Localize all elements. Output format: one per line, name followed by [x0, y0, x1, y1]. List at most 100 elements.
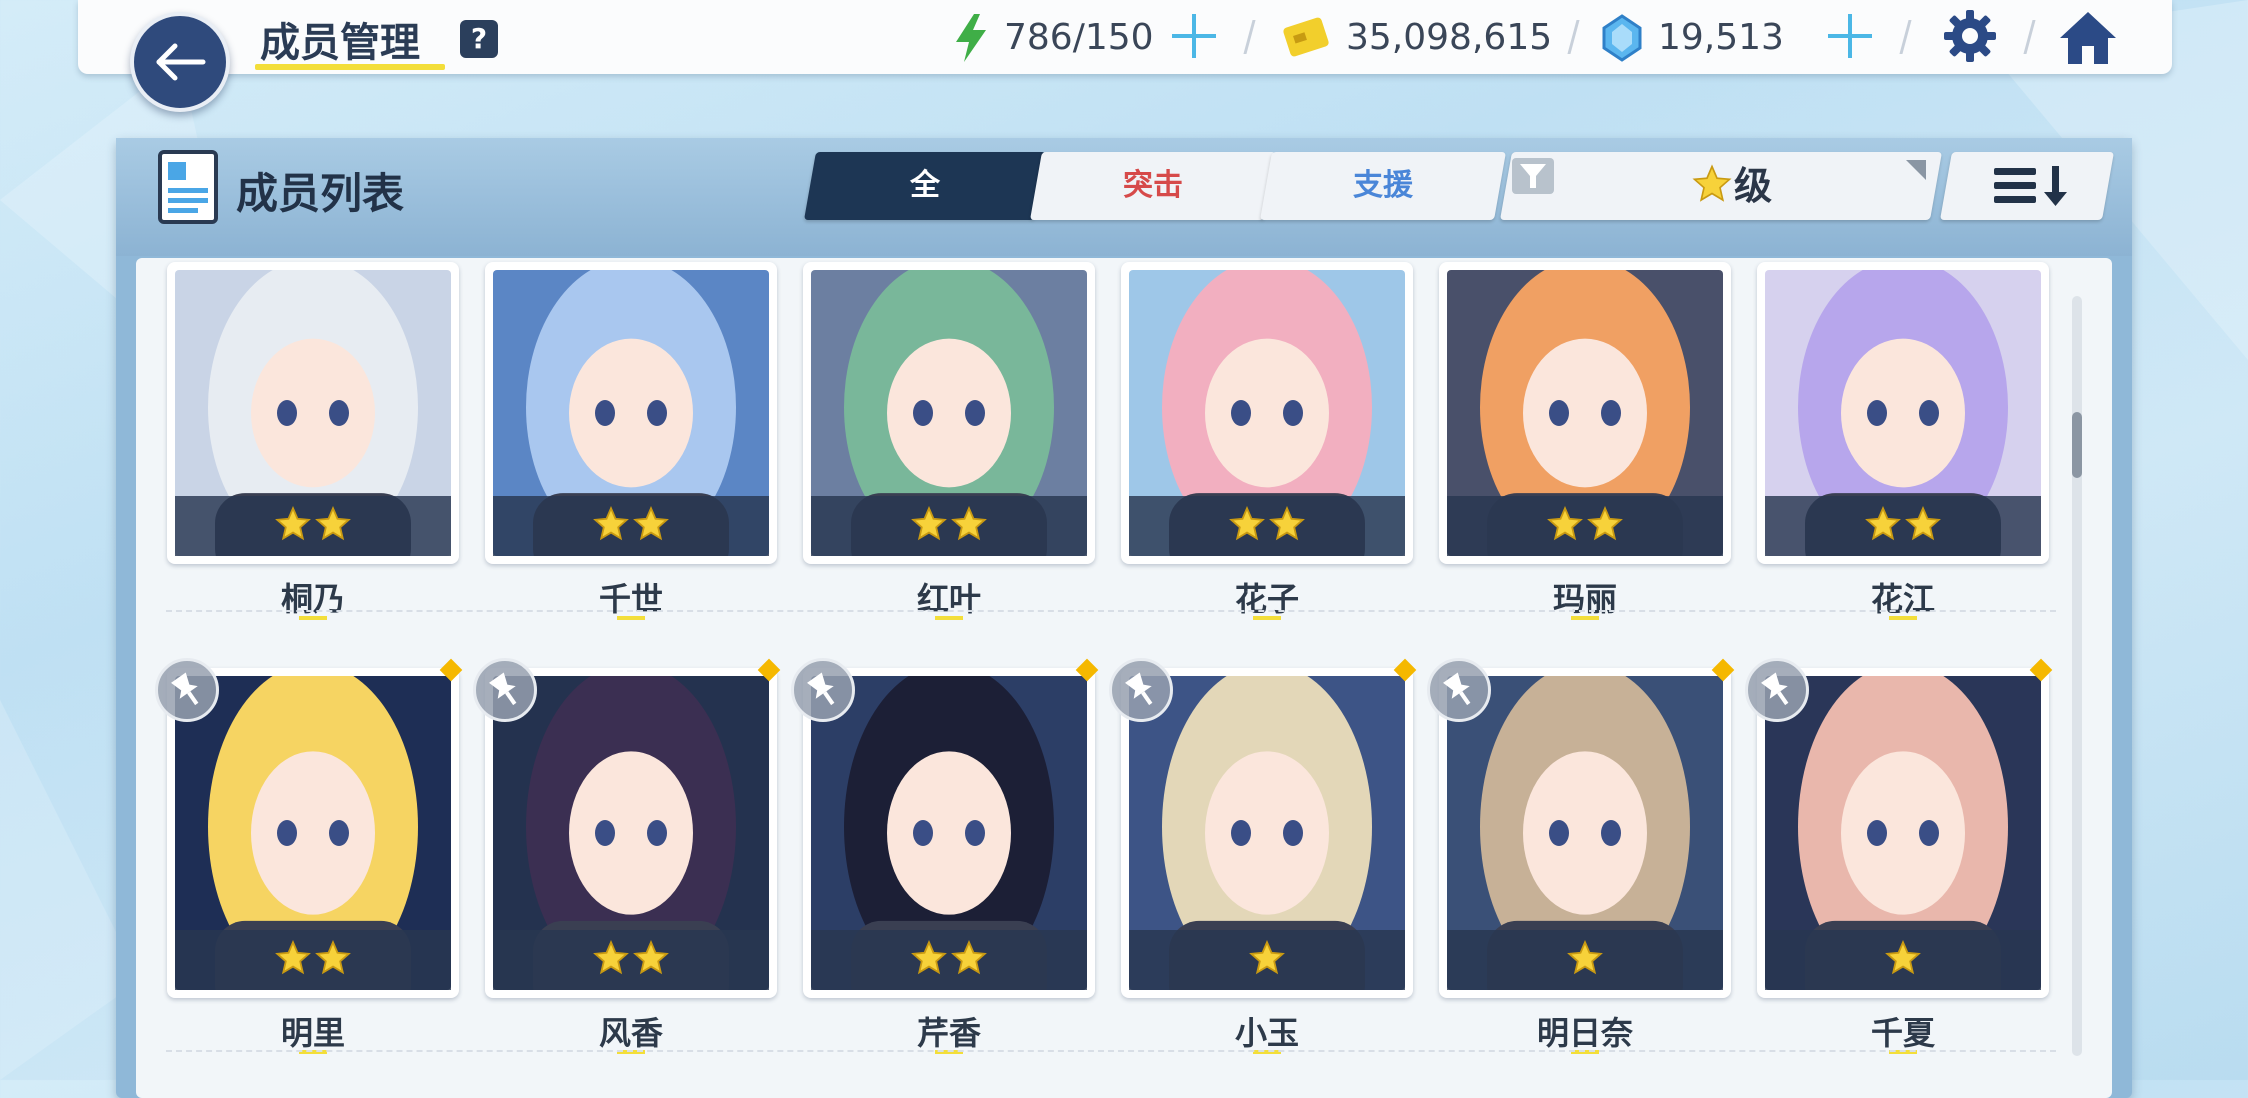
star-icon — [1567, 940, 1603, 975]
add-stamina-button[interactable] — [1172, 14, 1216, 58]
star-icon — [593, 506, 629, 541]
page-title: 成员管理 — [260, 20, 420, 66]
tab-special[interactable]: 支援 — [1260, 152, 1506, 220]
star-icon — [1547, 506, 1583, 541]
member-name: 花江 — [1870, 580, 1935, 618]
star-icon — [275, 506, 311, 541]
member-card[interactable] — [1757, 262, 2049, 564]
dropdown-corner-icon — [1906, 160, 1926, 180]
star-icon — [275, 940, 311, 975]
star-rating — [175, 496, 451, 556]
member-name: 千世 — [598, 580, 663, 618]
filter-label: 级 — [1734, 164, 1773, 208]
pin-button[interactable] — [1745, 658, 1809, 722]
pin-icon — [171, 672, 199, 706]
member-list-icon — [158, 150, 218, 224]
star-rating — [811, 930, 1087, 990]
star-icon — [315, 940, 351, 975]
star-icon — [951, 940, 987, 975]
star-rating — [493, 496, 769, 556]
star-icon — [911, 940, 947, 975]
settings-gear-icon[interactable] — [1942, 8, 1998, 64]
stamina-value: 786/150 — [1004, 17, 1154, 58]
tab-striker[interactable]: 突击 — [1030, 152, 1276, 220]
pin-icon — [1761, 672, 1789, 706]
name-underline — [1889, 616, 1917, 620]
home-icon[interactable] — [2058, 8, 2118, 68]
pin-button[interactable] — [473, 658, 537, 722]
star-icon — [633, 506, 669, 541]
star-icon — [593, 940, 629, 975]
star-icon — [1269, 506, 1305, 541]
member-name: 红叶 — [916, 580, 981, 618]
name-underline — [617, 616, 645, 620]
row-divider — [166, 1050, 2056, 1052]
pin-icon — [489, 672, 517, 706]
gems-value: 19,513 — [1658, 17, 1784, 58]
star-rating — [175, 930, 451, 990]
sort-descending-icon — [1994, 166, 2067, 206]
scrollbar-track[interactable] — [2072, 296, 2082, 1056]
member-name: 小玉 — [1234, 1014, 1299, 1052]
pin-button[interactable] — [1427, 658, 1491, 722]
stamina-bolt-icon — [956, 14, 986, 62]
star-rating — [1765, 930, 2041, 990]
star-icon — [1249, 940, 1285, 975]
star-rating — [1129, 930, 1405, 990]
credits-card-icon — [1283, 17, 1329, 57]
tab-special-label: 支援 — [1353, 168, 1413, 203]
member-name: 风香 — [598, 1014, 663, 1052]
member-name: 明日奈 — [1536, 1014, 1633, 1052]
pin-button[interactable] — [791, 658, 855, 722]
star-icon — [911, 506, 947, 541]
star-rating — [1765, 496, 2041, 556]
tab-striker-label: 突击 — [1123, 168, 1183, 203]
pin-icon — [807, 672, 835, 706]
pin-icon — [1125, 672, 1153, 706]
star-icon — [1885, 940, 1921, 975]
tab-all[interactable]: 全 — [804, 152, 1046, 220]
star-icon — [633, 940, 669, 975]
add-gems-button[interactable] — [1828, 14, 1872, 58]
member-name: 玛丽 — [1552, 580, 1617, 618]
title-underline — [255, 64, 445, 70]
star-icon — [951, 506, 987, 541]
name-underline — [1253, 616, 1281, 620]
star-icon — [1229, 506, 1265, 541]
star-rating — [811, 496, 1087, 556]
arrow-left-icon — [156, 43, 206, 81]
star-icon — [1692, 164, 1732, 202]
star-rating — [1129, 496, 1405, 556]
panel-title: 成员列表 — [236, 169, 405, 218]
gem-icon — [1602, 14, 1642, 62]
back-button[interactable] — [130, 12, 230, 112]
star-rating — [1447, 496, 1723, 556]
member-card[interactable] — [803, 262, 1095, 564]
star-rating — [493, 930, 769, 990]
star-icon — [315, 506, 351, 541]
member-name: 桐乃 — [280, 580, 345, 618]
scrollbar-thumb[interactable] — [2072, 412, 2082, 478]
pin-icon — [1443, 672, 1471, 706]
star-icon — [1865, 506, 1901, 541]
name-underline — [1571, 616, 1599, 620]
star-icon — [1905, 506, 1941, 541]
member-name: 明里 — [280, 1014, 345, 1052]
star-rating — [1447, 930, 1723, 990]
member-name: 千夏 — [1870, 1014, 1935, 1052]
row-divider — [166, 610, 2056, 612]
name-underline — [299, 616, 327, 620]
member-name: 花子 — [1234, 580, 1299, 618]
help-button[interactable]: ? — [460, 20, 498, 58]
member-name: 芹香 — [916, 1014, 981, 1052]
credits-value: 35,098,615 — [1346, 17, 1553, 58]
pin-button[interactable] — [155, 658, 219, 722]
tab-all-label: 全 — [910, 168, 940, 203]
star-icon — [1587, 506, 1623, 541]
pin-button[interactable] — [1109, 658, 1173, 722]
member-card[interactable] — [167, 262, 459, 564]
name-underline — [935, 616, 963, 620]
member-card[interactable] — [1439, 262, 1731, 564]
member-card[interactable] — [485, 262, 777, 564]
member-card[interactable] — [1121, 262, 1413, 564]
